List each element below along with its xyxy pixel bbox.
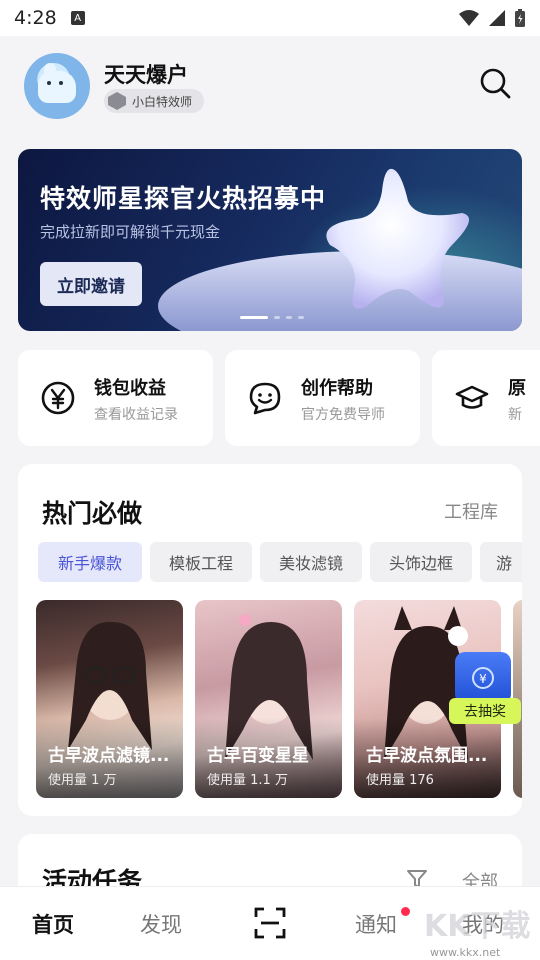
quick-link-title: 钱包收益 [94, 378, 166, 399]
gem-icon [108, 92, 126, 110]
svg-text:www.kkx.net: www.kkx.net [430, 946, 501, 959]
promo-banner[interactable]: 特效师星探官火热招募中 完成拉新即可解锁千元现金 立即邀请 [18, 149, 522, 331]
creation-help-card[interactable]: 创作帮助 官方免费导师 [225, 350, 420, 446]
effect-card[interactable]: 古早百变星星 使用量 1.1 万 [195, 600, 342, 798]
kk-watermark: KK下载 www.kkx.net [424, 909, 531, 959]
star-illustration [326, 168, 470, 309]
notification-a-icon: A [70, 11, 85, 25]
effect-card-usage: 使用量 176 [366, 773, 434, 788]
quick-link-subtitle: 官方免费导师 [301, 407, 385, 423]
graduation-cap-icon [452, 378, 492, 418]
quick-link-subtitle: 查看收益记录 [94, 407, 178, 423]
gift-bag-icon: ¥ [455, 652, 511, 704]
notification-dot [401, 907, 410, 916]
effect-card-title: 古早波点氛围... [366, 746, 488, 766]
hot-section: 热门必做 工程库 新手爆款 模板工程 美妆滤镜 头饰边框 游 古早波点滤镜...… [18, 464, 522, 816]
user-name: 天天爆户 [104, 63, 188, 87]
effect-card[interactable]: 古早波点滤镜... 使用量 1 万 [36, 600, 183, 798]
wallet-earnings-card[interactable]: 钱包收益 查看收益记录 [18, 350, 213, 446]
tab-template-projects[interactable]: 模板工程 [150, 542, 252, 582]
signal-icon [489, 10, 505, 26]
nav-notifications[interactable]: 通知 [355, 909, 397, 939]
effect-card-usage: 使用量 1.1 万 [207, 773, 288, 788]
search-icon[interactable] [478, 66, 512, 100]
tab-beginner-hits[interactable]: 新手爆款 [38, 542, 142, 582]
profile-header: 天天爆户 小白特效师 [0, 36, 540, 146]
svg-text:¥: ¥ [479, 672, 487, 686]
level-badge[interactable]: 小白特效师 [104, 89, 205, 113]
category-tabs: 新手爆款 模板工程 美妆滤镜 头饰边框 游 [38, 542, 522, 584]
banner-pagination [240, 316, 304, 319]
svg-text:KK下载: KK下载 [424, 909, 531, 944]
yen-icon [38, 378, 78, 418]
effect-card-title: 古早百变星星 [207, 746, 309, 766]
banner-title: 特效师星探官火热招募中 [40, 184, 327, 213]
quick-link-title: 创作帮助 [301, 378, 373, 399]
wifi-icon [459, 10, 479, 26]
lottery-label: 去抽奖 [449, 698, 521, 724]
lottery-float-button[interactable]: ¥ 去抽奖 [447, 652, 523, 726]
quick-link-title: 原 [508, 378, 526, 399]
effect-card-usage: 使用量 1 万 [48, 773, 117, 788]
nav-discover[interactable]: 发现 [140, 909, 182, 939]
invite-button[interactable]: 立即邀请 [40, 262, 142, 306]
status-time: 4:28 [14, 7, 57, 29]
partial-card[interactable]: 原 新 [432, 350, 540, 446]
section-title: 热门必做 [42, 499, 143, 528]
quick-links: 钱包收益 查看收益记录 创作帮助 官方免费导师 原 新 [18, 350, 540, 446]
chat-smile-icon [245, 378, 285, 418]
tab-beauty-filters[interactable]: 美妆滤镜 [260, 542, 362, 582]
nav-home[interactable]: 首页 [32, 909, 74, 939]
avatar[interactable] [24, 53, 90, 119]
scan-icon[interactable] [254, 907, 286, 939]
badge-label: 小白特效师 [132, 94, 193, 109]
task-section: 活动任务 全部 [18, 834, 522, 894]
effect-card-title: 古早波点滤镜... [48, 746, 170, 766]
banner-subtitle: 完成拉新即可解锁千元现金 [40, 223, 221, 241]
quick-link-subtitle: 新 [508, 407, 522, 423]
tab-headwear-frames[interactable]: 头饰边框 [370, 542, 472, 582]
status-bar: 4:28 A [0, 0, 540, 36]
project-library-link[interactable]: 工程库 [444, 498, 498, 524]
tab-games-partial[interactable]: 游 [480, 542, 522, 582]
battery-icon [515, 9, 525, 27]
